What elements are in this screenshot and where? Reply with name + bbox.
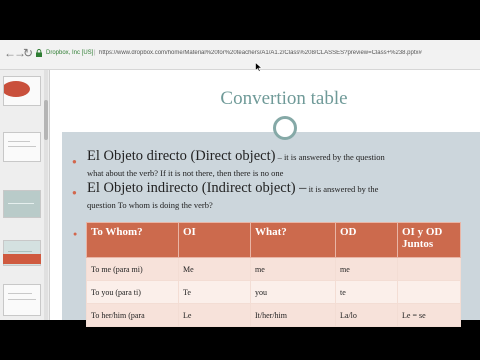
table-cell: Te [178, 280, 251, 304]
table-cell [397, 257, 461, 281]
table-cell: To me (para mi) [86, 257, 179, 281]
arrow-left-icon[interactable]: ← [4, 47, 16, 59]
slide-thumbnail-selected[interactable] [3, 254, 41, 264]
bullet-icon: ● [73, 231, 78, 238]
table-row: To her/him (para Le It/her/him La/lo Le … [86, 303, 461, 327]
table-header-cell: To Whom? [86, 222, 179, 258]
slide-title: Convertion table [220, 88, 348, 109]
table-cell: Me [178, 257, 251, 281]
table-row: To me (para mi) Me me me [86, 257, 461, 281]
reload-icon[interactable]: ↻ [23, 47, 33, 59]
bullet-icon: ● [72, 188, 77, 197]
table-cell: me [250, 257, 336, 281]
thumbnail-line [8, 146, 36, 147]
bullet-line: El Objeto indirecto (Indirect object) – … [87, 179, 378, 197]
thumbnail-line [8, 141, 30, 142]
thumbnail-line [8, 293, 32, 294]
thumbnail-line [8, 251, 32, 252]
bullet-icon: ● [72, 157, 77, 166]
browser-toolbar: ← → ↻ Dropbox, Inc [US] | https://www.dr… [0, 40, 480, 70]
table-cell: te [335, 280, 398, 304]
slide-thumbnail[interactable] [3, 190, 41, 218]
table-row: To you (para ti) Te you te [86, 280, 461, 304]
thumbnail-line [8, 203, 34, 204]
bullet-tail: – it is answered by the question [275, 152, 385, 162]
table-cell: It/her/him [250, 303, 336, 327]
table-cell: To you (para ti) [86, 280, 179, 304]
site-identity[interactable]: Dropbox, Inc [US] [46, 50, 93, 56]
bullet-subline: what about the verb? If it is not there,… [87, 168, 284, 178]
thumbnail-preview [4, 81, 30, 97]
address-bar[interactable]: https://www.dropbox.com/home/Material%20… [99, 50, 469, 56]
table-header-cell: What? [250, 222, 336, 258]
table-cell: La/lo [335, 303, 398, 327]
bullet-heading: El Objeto indirecto (Indirect object) – [87, 180, 307, 196]
table-cell: Le [178, 303, 251, 327]
table-header-cell: OI y OD Juntos [397, 222, 461, 258]
slide-thumbnail[interactable] [3, 284, 41, 316]
conversion-table: To Whom? OI What? OD OI y OD Juntos To m… [86, 222, 461, 327]
bullet-heading: El Objeto directo (Direct object) [87, 148, 276, 164]
bullet-subline: question To whom is doing the verb? [87, 200, 213, 210]
slide-thumbnail[interactable] [3, 76, 41, 106]
table-header-cell: OD [335, 222, 398, 258]
lock-icon [35, 49, 43, 57]
slide-header: Convertion table [62, 72, 480, 132]
table-cell: you [250, 280, 336, 304]
bullet-tail: it is answered by the [306, 184, 379, 194]
slides-sidebar [0, 70, 50, 320]
table-header-cell: OI [178, 222, 251, 258]
slide-thumbnail[interactable] [3, 132, 41, 162]
bullet-line: El Objeto directo (Direct object) – it i… [87, 147, 385, 165]
table-cell: Le = se [397, 303, 461, 327]
table-cell [397, 280, 461, 304]
mouse-pointer-icon [255, 62, 263, 72]
url-separator: | [94, 50, 96, 56]
table-header-row: To Whom? OI What? OD OI y OD Juntos [86, 222, 461, 258]
thumbnail-line [8, 299, 36, 300]
sidebar-scrollbar-handle[interactable] [44, 100, 48, 140]
table-cell: To her/him (para [86, 303, 179, 327]
table-cell: me [335, 257, 398, 281]
circle-icon [273, 116, 297, 140]
